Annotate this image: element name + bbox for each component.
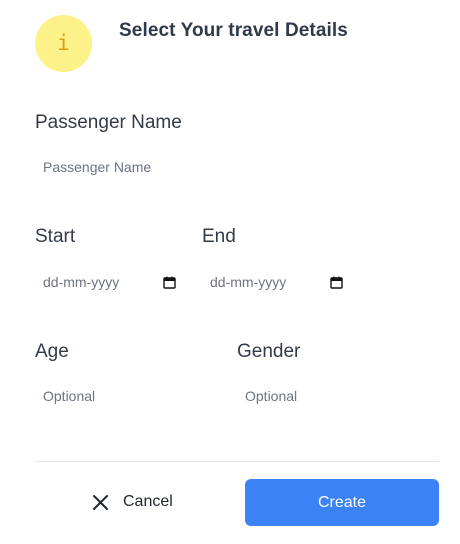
start-date-input[interactable]: dd-mm-yyyy	[43, 272, 176, 292]
create-button[interactable]: Create	[245, 479, 439, 526]
info-icon: i	[57, 30, 70, 55]
end-date-label: End	[202, 226, 236, 247]
passenger-name-input[interactable]: Passenger Name	[43, 160, 151, 174]
dialog-title: Select Your travel Details	[119, 20, 348, 41]
start-date-label: Start	[35, 226, 76, 247]
gender-input[interactable]: Optional	[245, 389, 297, 403]
create-label: Create	[317, 493, 367, 511]
passenger-name-label: Passenger Name	[35, 112, 182, 133]
close-icon	[92, 494, 109, 511]
calendar-icon[interactable]	[163, 276, 176, 289]
calendar-icon[interactable]	[330, 276, 343, 289]
info-badge: i	[35, 15, 92, 72]
start-date-placeholder: dd-mm-yyyy	[43, 274, 120, 290]
end-date-input[interactable]: dd-mm-yyyy	[210, 272, 343, 292]
footer-divider	[35, 461, 439, 462]
age-label: Age	[35, 341, 69, 362]
gender-label: Gender	[237, 341, 301, 362]
end-date-placeholder: dd-mm-yyyy	[210, 274, 287, 290]
cancel-button[interactable]: Cancel	[92, 488, 173, 516]
age-input[interactable]: Optional	[43, 389, 95, 403]
cancel-label: Cancel	[123, 493, 173, 510]
travel-details-dialog: i Select Your travel Details Passenger N…	[0, 0, 460, 544]
